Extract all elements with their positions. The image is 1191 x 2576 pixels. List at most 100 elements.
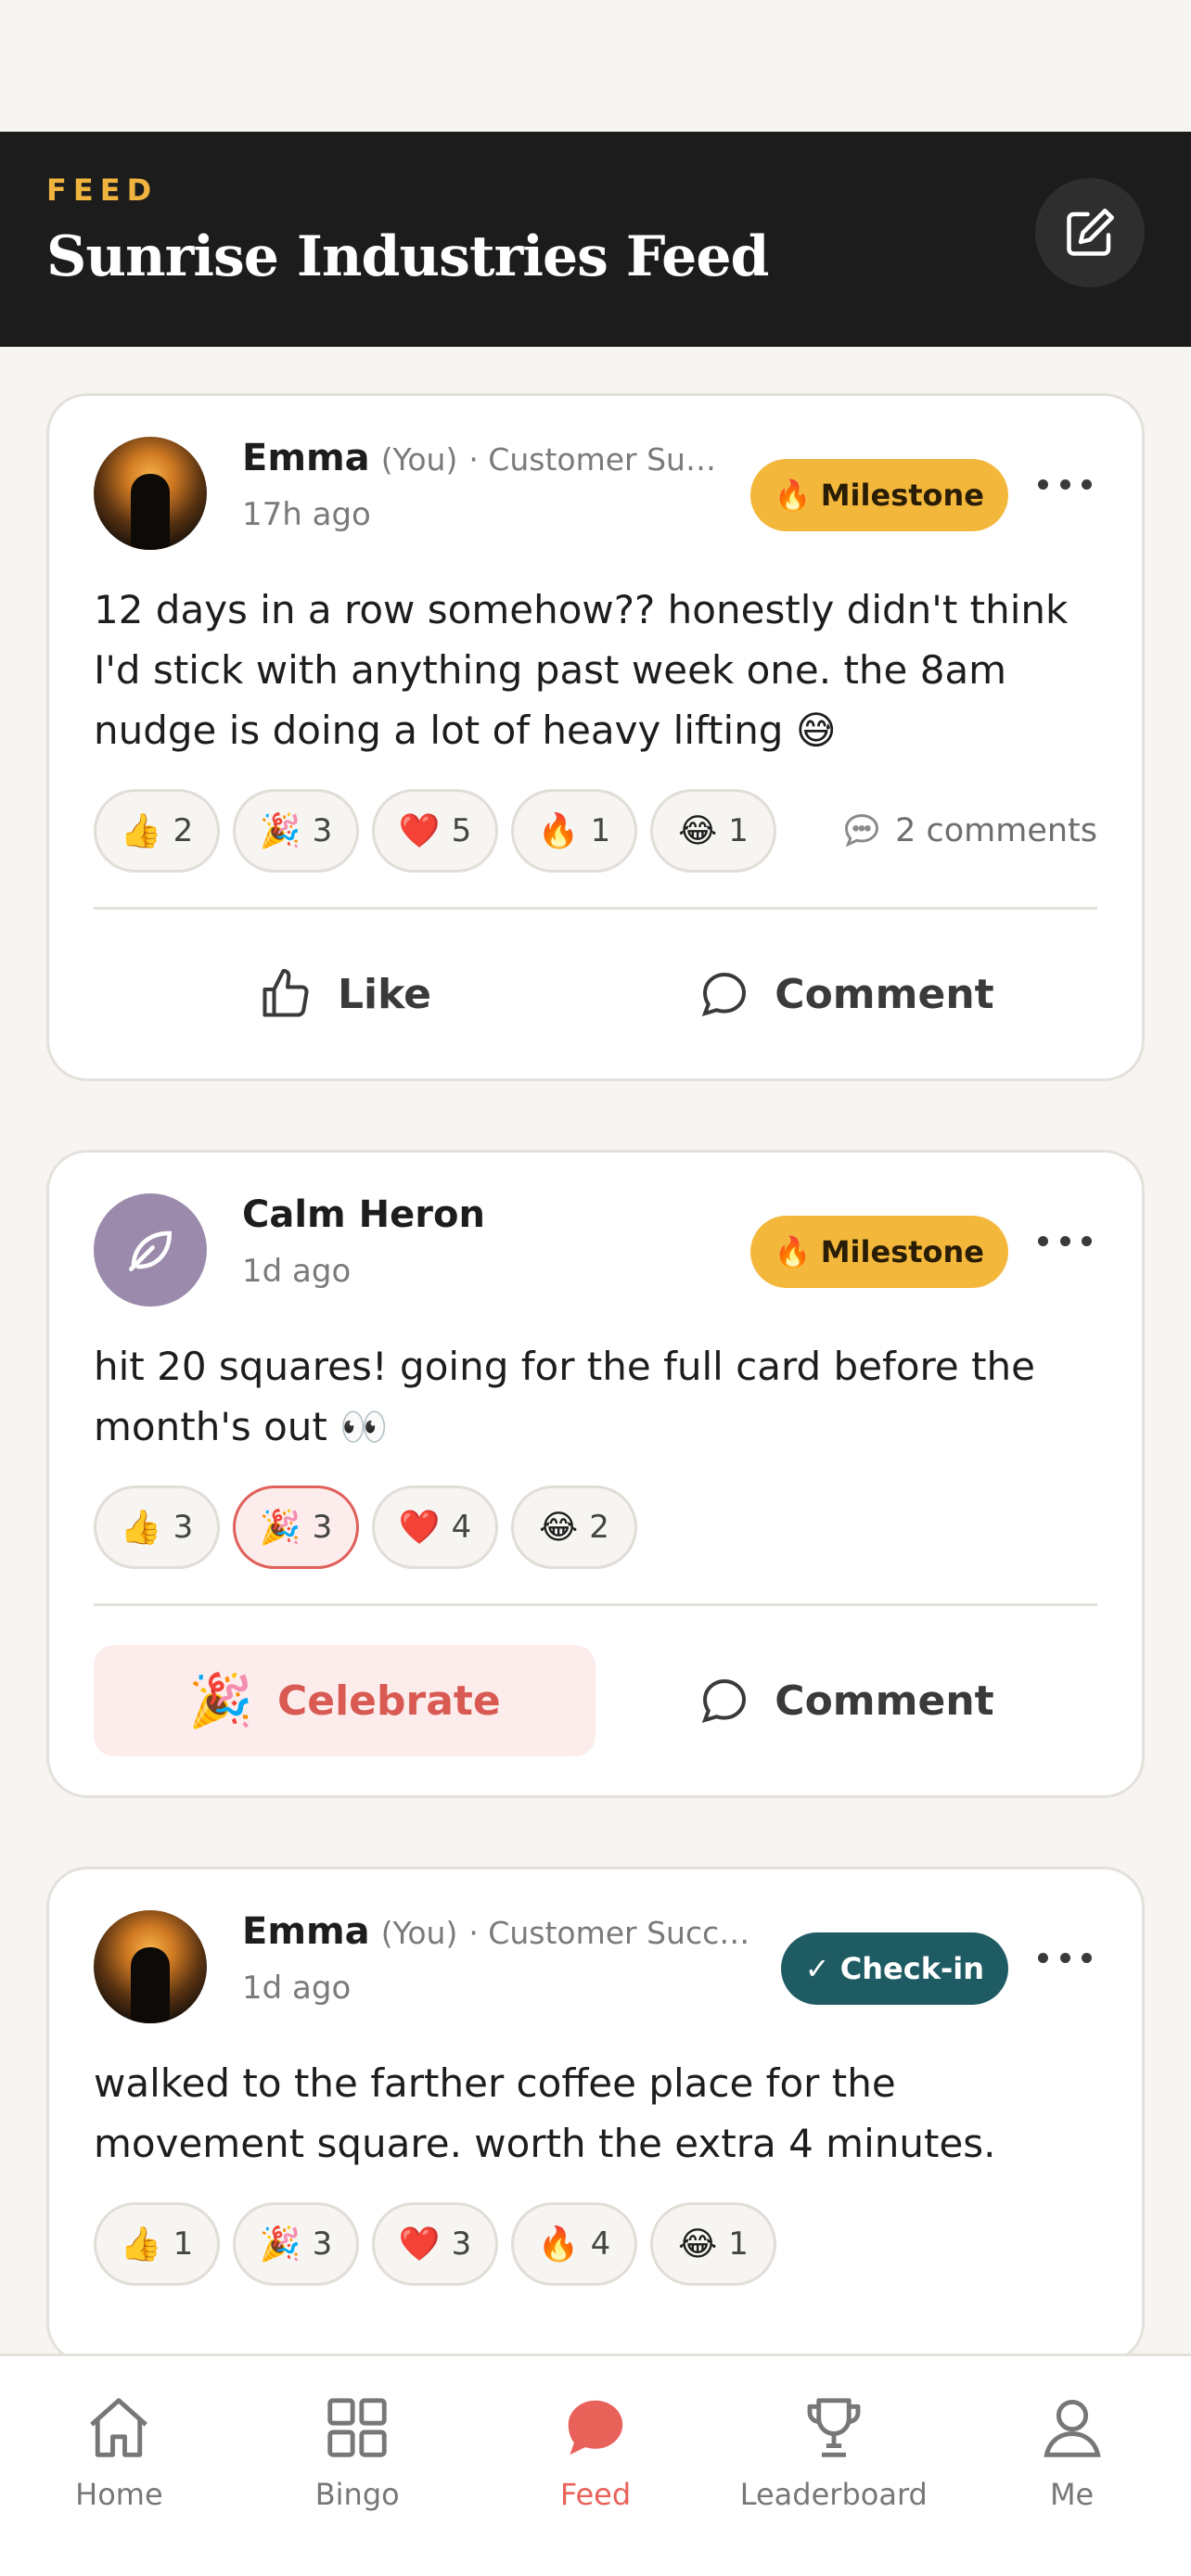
fire-icon: 🔥	[774, 478, 812, 513]
tab-home[interactable]: Home	[0, 2391, 238, 2576]
reaction-count: 2	[589, 1509, 609, 1546]
tab-label: Leaderboard	[739, 2477, 928, 2512]
like-label: Like	[337, 970, 432, 1018]
thumbs-up-outline-icon	[263, 969, 309, 1017]
heart-icon: ❤️	[398, 812, 441, 850]
reaction-count: 4	[590, 2225, 611, 2263]
reaction-count: 4	[451, 1509, 472, 1546]
reaction-count: 1	[173, 2225, 194, 2263]
reaction-count: 3	[312, 812, 333, 849]
reaction-laugh[interactable]: 😂 1	[650, 2202, 776, 2286]
reaction-thumbs-up[interactable]: 👍 1	[94, 2202, 220, 2286]
status-bar-area	[0, 0, 1191, 132]
tab-bingo[interactable]: Bingo	[238, 2391, 477, 2576]
celebrate-button[interactable]: 🎉 Celebrate	[94, 1645, 596, 1756]
speech-bubble-icon	[845, 814, 879, 848]
reaction-party[interactable]: 🎉 3	[233, 2202, 359, 2286]
fire-icon: 🔥	[537, 2225, 580, 2264]
tab-leaderboard[interactable]: Leaderboard	[714, 2391, 953, 2576]
reaction-laugh[interactable]: 😂 1	[650, 789, 776, 873]
author-name[interactable]: Emma	[242, 437, 370, 479]
header-eyebrow: FEED	[46, 172, 159, 208]
reaction-count: 1	[728, 2225, 749, 2263]
reaction-count: 1	[590, 812, 611, 849]
more-options-button[interactable]	[1032, 479, 1097, 490]
thumbs-up-icon: 👍	[120, 2225, 162, 2264]
comment-button[interactable]: Comment	[596, 1645, 1097, 1756]
comments-count-link[interactable]: 2 comments	[841, 810, 1097, 851]
post-text: 12 days in a row somehow?? honestly didn…	[94, 587, 1069, 753]
reaction-count: 5	[451, 812, 472, 849]
celebrate-label: Celebrate	[276, 1677, 501, 1725]
reaction-count: 3	[451, 2225, 472, 2263]
reaction-heart[interactable]: ❤️ 3	[372, 2202, 498, 2286]
milestone-badge: 🔥 Milestone	[749, 1216, 1008, 1288]
thumbs-up-icon: 👍	[120, 812, 162, 850]
page-title: Sunrise Industries Feed	[46, 224, 769, 289]
tab-me[interactable]: Me	[953, 2391, 1191, 2576]
reaction-party-selected[interactable]: 🎉 3	[233, 1486, 359, 1569]
feed-post: Calm Heron 1d ago 🔥 Milestone hit 20 squ…	[46, 1150, 1145, 1798]
compose-button[interactable]	[1035, 178, 1145, 287]
reaction-fire[interactable]: 🔥 4	[511, 2202, 637, 2286]
avatar[interactable]	[94, 1193, 207, 1307]
milestone-badge: 🔥 Milestone	[749, 459, 1008, 531]
feed-header: FEED Sunrise Industries Feed	[0, 132, 1191, 347]
reaction-count: 3	[312, 1509, 333, 1546]
chat-bubble-icon	[568, 2400, 623, 2455]
badge-label: Milestone	[820, 1234, 984, 1269]
reaction-heart[interactable]: ❤️ 5	[372, 789, 498, 873]
reaction-thumbs-up[interactable]: 👍 3	[94, 1486, 220, 1569]
post-text: hit 20 squares! going for the full card …	[94, 1344, 1035, 1449]
feed-list: Emma (You) · Customer Succ... 17h ago 🔥 …	[0, 347, 1191, 2364]
comment-button[interactable]: Comment	[596, 938, 1097, 1050]
comments-count-label: 2 comments	[895, 812, 1097, 849]
author-department: · Customer Succ...	[468, 441, 728, 478]
comment-icon	[702, 973, 747, 1017]
post-time: 1d ago	[242, 1253, 352, 1290]
reaction-count: 1	[728, 812, 749, 849]
comment-label: Comment	[775, 1677, 994, 1725]
author-name[interactable]: Calm Heron	[242, 1193, 485, 1236]
like-button[interactable]: Like	[94, 938, 596, 1050]
post-text: walked to the farther coffee place for t…	[94, 2060, 996, 2166]
reaction-party[interactable]: 🎉 3	[233, 789, 359, 873]
reaction-fire[interactable]: 🔥 1	[511, 789, 637, 873]
more-options-button[interactable]	[1032, 1236, 1097, 1246]
bottom-tab-bar: Home Bingo Feed Leaderboard Me	[0, 2353, 1191, 2576]
party-popper-icon: 🎉	[259, 1509, 301, 1547]
compose-icon	[1067, 209, 1114, 256]
checkin-badge: ✓ Check-in	[780, 1932, 1008, 2005]
badge-label: ✓ Check-in	[804, 1951, 984, 1986]
party-popper-icon: 🎉	[259, 812, 301, 850]
trophy-icon	[807, 2398, 861, 2457]
fire-icon: 🔥	[537, 812, 580, 850]
heart-icon: ❤️	[398, 2225, 441, 2264]
tab-label: Home	[75, 2477, 163, 2512]
reaction-count: 3	[312, 2225, 333, 2263]
reaction-count: 2	[173, 812, 194, 849]
reaction-heart[interactable]: ❤️ 4	[372, 1486, 498, 1569]
home-icon	[90, 2398, 148, 2457]
laughing-icon: 😂	[539, 1508, 579, 1547]
avatar[interactable]	[94, 437, 207, 550]
author-name[interactable]: Emma	[242, 1910, 370, 1953]
more-options-button[interactable]	[1032, 1953, 1097, 1963]
reaction-count: 3	[173, 1509, 194, 1546]
thumbs-up-icon: 👍	[120, 1509, 162, 1547]
party-popper-icon: 🎉	[259, 2225, 301, 2264]
grid-icon	[327, 2398, 387, 2457]
laughing-icon: 😂	[678, 2225, 718, 2264]
tab-label: Me	[1049, 2477, 1095, 2512]
tab-label: Bingo	[314, 2477, 400, 2512]
avatar[interactable]	[94, 1910, 207, 2023]
post-time: 1d ago	[242, 1970, 352, 2007]
tab-feed[interactable]: Feed	[477, 2391, 715, 2576]
reaction-thumbs-up[interactable]: 👍 2	[94, 789, 220, 873]
tab-label: Feed	[559, 2477, 632, 2512]
reaction-bar: 👍 1 🎉 3 ❤️ 3 🔥 4 😂 1	[94, 2201, 1097, 2287]
reaction-bar: 👍 3 🎉 3 ❤️ 4 😂 2	[94, 1485, 1097, 1570]
person-icon	[1043, 2399, 1101, 2457]
reaction-laugh[interactable]: 😂 2	[511, 1486, 637, 1569]
feed-post: Emma (You) · Customer Succ... 17h ago 🔥 …	[46, 393, 1145, 1081]
